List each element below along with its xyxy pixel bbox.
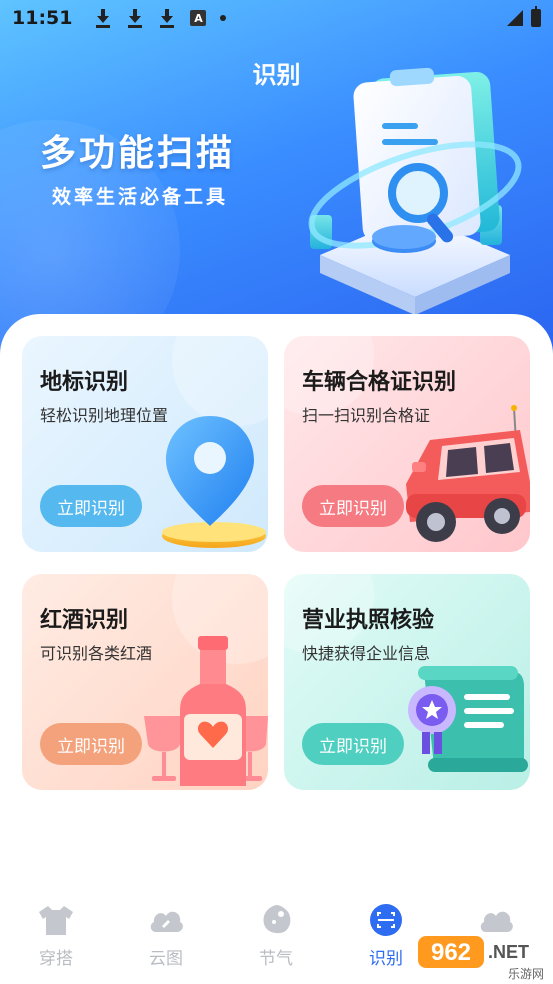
nav-label: 节气 (259, 949, 293, 969)
recognize-button[interactable]: 立即识别 (302, 485, 404, 527)
hero-subtitle: 效率生活必备工具 (52, 186, 229, 208)
watermark-suffix: .NET (488, 942, 529, 962)
status-time: 11:51 (12, 7, 73, 29)
card-title: 营业执照核验 (302, 608, 435, 633)
scan-icon (370, 904, 402, 936)
site-watermark-logo: 962 .NET 乐游网 (418, 936, 544, 981)
app-notification-icon: A (190, 10, 207, 26)
cloud-icon (150, 911, 183, 932)
notification-icons: A (94, 8, 227, 28)
download-icon (126, 8, 144, 28)
card-subtitle: 快捷获得企业信息 (302, 644, 431, 663)
battery-icon (531, 6, 541, 27)
card-subtitle: 轻松识别地理位置 (40, 406, 169, 425)
status-right (507, 6, 541, 27)
status-bar: 11:51 A (0, 0, 553, 36)
car-icon (406, 405, 530, 542)
nav-label: 云图 (149, 949, 183, 969)
download-icon (94, 8, 112, 28)
download-icon (158, 8, 176, 28)
hero-title: 多功能扫描 (40, 133, 236, 174)
watermark-site-name: 乐游网 (508, 967, 544, 981)
nav-item-outfit[interactable]: 穿搭 (16, 904, 96, 974)
shirt-icon (39, 906, 73, 935)
nav-item-solar-terms[interactable]: 节气 (236, 904, 316, 974)
card-title: 车辆合格证识别 (302, 370, 457, 395)
recognize-button[interactable]: 立即识别 (40, 723, 142, 765)
signal-icon (507, 10, 523, 26)
card-title: 地标识别 (40, 370, 129, 395)
card-wine-recognition[interactable]: 红酒识别 可识别各类红酒 立即识别 (22, 574, 268, 790)
leaf-icon (263, 905, 291, 934)
watermark-logo-text: 962 (431, 939, 471, 966)
more-notifications-icon (220, 15, 227, 21)
nav-item-recognize[interactable]: 识别 (346, 904, 426, 974)
wine-bottle-icon (144, 636, 268, 786)
scan-document-illustration (308, 67, 522, 315)
license-certificate-icon (408, 666, 528, 772)
card-title: 红酒识别 (40, 608, 129, 633)
nav-item-cloud-map[interactable]: 云图 (126, 904, 206, 974)
card-subtitle: 可识别各类红酒 (40, 644, 153, 663)
recognize-button[interactable]: 立即识别 (40, 485, 142, 527)
recognize-button[interactable]: 立即识别 (302, 723, 404, 765)
card-landmark-recognition[interactable]: 地标识别 轻松识别地理位置 立即识别 (22, 336, 268, 552)
card-business-license-verification[interactable]: 营业执照核验 快捷获得企业信息 立即识别 (284, 574, 530, 790)
nav-label: 识别 (369, 949, 403, 969)
map-pin-icon (162, 416, 266, 548)
nav-label: 穿搭 (39, 949, 73, 969)
card-vehicle-certificate-recognition[interactable]: 车辆合格证识别 扫一扫识别合格证 立即识别 (284, 336, 530, 552)
